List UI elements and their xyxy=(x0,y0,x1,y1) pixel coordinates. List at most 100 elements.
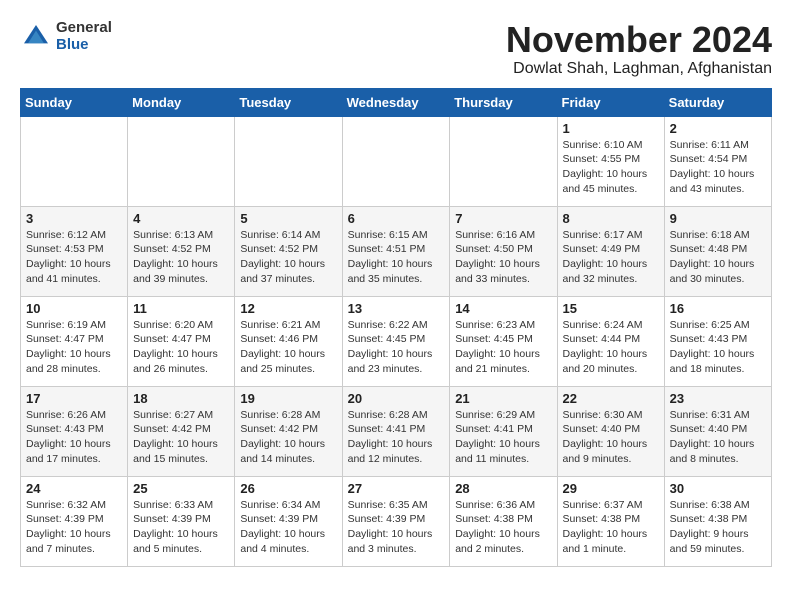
day-info: Sunrise: 6:18 AM Sunset: 4:48 PM Dayligh… xyxy=(670,228,766,287)
calendar-cell: 29 Sunrise: 6:37 AM Sunset: 4:38 PM Dayli… xyxy=(557,476,664,566)
day-number: 22 xyxy=(563,391,659,406)
calendar-cell: 5 Sunrise: 6:14 AM Sunset: 4:52 PM Daylig… xyxy=(235,206,342,296)
day-info: Sunrise: 6:28 AM Sunset: 4:41 PM Dayligh… xyxy=(348,408,445,467)
day-info: Sunrise: 6:34 AM Sunset: 4:39 PM Dayligh… xyxy=(240,498,336,557)
title-block: November 2024 Dowlat Shah, Laghman, Afgh… xyxy=(506,20,772,78)
day-number: 23 xyxy=(670,391,766,406)
day-number: 30 xyxy=(670,481,766,496)
day-number: 5 xyxy=(240,211,336,226)
day-number: 17 xyxy=(26,391,122,406)
day-info: Sunrise: 6:30 AM Sunset: 4:40 PM Dayligh… xyxy=(563,408,659,467)
weekday-header-wednesday: Wednesday xyxy=(342,88,450,116)
weekday-header-sunday: Sunday xyxy=(21,88,128,116)
logo-icon xyxy=(20,21,52,53)
page-header: General Blue November 2024 Dowlat Shah, … xyxy=(20,20,772,78)
weekday-header-thursday: Thursday xyxy=(450,88,557,116)
calendar-cell: 20Sunrise: 6:28 AM Sunset: 4:41 PM Dayli… xyxy=(342,386,450,476)
calendar-cell xyxy=(128,116,235,206)
day-info: Sunrise: 6:24 AM Sunset: 4:44 PM Dayligh… xyxy=(563,318,659,377)
day-info: Sunrise: 6:10 AM Sunset: 4:55 PM Dayligh… xyxy=(563,138,659,197)
day-number: 21 xyxy=(455,391,551,406)
calendar-cell xyxy=(21,116,128,206)
day-info: Sunrise: 6:15 AM Sunset: 4:51 PM Dayligh… xyxy=(348,228,445,287)
day-info: Sunrise: 6:36 AM Sunset: 4:38 PM Dayligh… xyxy=(455,498,551,557)
calendar-cell xyxy=(235,116,342,206)
day-info: Sunrise: 6:25 AM Sunset: 4:43 PM Dayligh… xyxy=(670,318,766,377)
calendar-cell: 12Sunrise: 6:21 AM Sunset: 4:46 PM Dayli… xyxy=(235,296,342,386)
calendar-cell: 15 Sunrise: 6:24 AM Sunset: 4:44 PM Dayli… xyxy=(557,296,664,386)
day-info: Sunrise: 6:27 AM Sunset: 4:42 PM Dayligh… xyxy=(133,408,229,467)
day-number: 19 xyxy=(240,391,336,406)
calendar-cell: 7Sunrise: 6:16 AM Sunset: 4:50 PM Daylig… xyxy=(450,206,557,296)
weekday-header-friday: Friday xyxy=(557,88,664,116)
day-info: Sunrise: 6:12 AM Sunset: 4:53 PM Dayligh… xyxy=(26,228,122,287)
day-info: Sunrise: 6:11 AM Sunset: 4:54 PM Dayligh… xyxy=(670,138,766,197)
calendar-cell: 26 Sunrise: 6:34 AM Sunset: 4:39 PM Dayli… xyxy=(235,476,342,566)
day-info: Sunrise: 6:33 AM Sunset: 4:39 PM Dayligh… xyxy=(133,498,229,557)
day-number: 26 xyxy=(240,481,336,496)
logo-text: General Blue xyxy=(56,20,112,53)
calendar-cell: 9 Sunrise: 6:18 AM Sunset: 4:48 PM Daylig… xyxy=(664,206,771,296)
weekday-header-monday: Monday xyxy=(128,88,235,116)
day-number: 11 xyxy=(133,301,229,316)
day-info: Sunrise: 6:31 AM Sunset: 4:40 PM Dayligh… xyxy=(670,408,766,467)
day-info: Sunrise: 6:26 AM Sunset: 4:43 PM Dayligh… xyxy=(26,408,122,467)
day-number: 18 xyxy=(133,391,229,406)
month-title: November 2024 xyxy=(506,20,772,60)
day-number: 1 xyxy=(563,121,659,136)
calendar-cell: 3 Sunrise: 6:12 AM Sunset: 4:53 PM Daylig… xyxy=(21,206,128,296)
day-number: 14 xyxy=(455,301,551,316)
day-number: 2 xyxy=(670,121,766,136)
day-number: 28 xyxy=(455,481,551,496)
calendar-cell: 13Sunrise: 6:22 AM Sunset: 4:45 PM Dayli… xyxy=(342,296,450,386)
day-number: 29 xyxy=(563,481,659,496)
week-row-1: 1 Sunrise: 6:10 AM Sunset: 4:55 PM Daylig… xyxy=(21,116,772,206)
day-info: Sunrise: 6:28 AM Sunset: 4:42 PM Dayligh… xyxy=(240,408,336,467)
day-info: Sunrise: 6:38 AM Sunset: 4:38 PM Dayligh… xyxy=(670,498,766,557)
week-row-4: 17 Sunrise: 6:26 AM Sunset: 4:43 PM Dayli… xyxy=(21,386,772,476)
calendar-cell: 11Sunrise: 6:20 AM Sunset: 4:47 PM Dayli… xyxy=(128,296,235,386)
day-number: 7 xyxy=(455,211,551,226)
calendar-cell: 8 Sunrise: 6:17 AM Sunset: 4:49 PM Daylig… xyxy=(557,206,664,296)
day-info: Sunrise: 6:13 AM Sunset: 4:52 PM Dayligh… xyxy=(133,228,229,287)
calendar-cell: 18 Sunrise: 6:27 AM Sunset: 4:42 PM Dayli… xyxy=(128,386,235,476)
calendar-cell xyxy=(342,116,450,206)
logo: General Blue xyxy=(20,20,112,53)
day-info: Sunrise: 6:17 AM Sunset: 4:49 PM Dayligh… xyxy=(563,228,659,287)
calendar-cell: 1 Sunrise: 6:10 AM Sunset: 4:55 PM Daylig… xyxy=(557,116,664,206)
day-number: 9 xyxy=(670,211,766,226)
logo-blue: Blue xyxy=(56,37,112,54)
day-info: Sunrise: 6:19 AM Sunset: 4:47 PM Dayligh… xyxy=(26,318,122,377)
calendar-cell: 25 Sunrise: 6:33 AM Sunset: 4:39 PM Dayli… xyxy=(128,476,235,566)
day-info: Sunrise: 6:21 AM Sunset: 4:46 PM Dayligh… xyxy=(240,318,336,377)
day-number: 6 xyxy=(348,211,445,226)
calendar-cell: 27Sunrise: 6:35 AM Sunset: 4:39 PM Dayli… xyxy=(342,476,450,566)
day-info: Sunrise: 6:37 AM Sunset: 4:38 PM Dayligh… xyxy=(563,498,659,557)
calendar-cell: 16Sunrise: 6:25 AM Sunset: 4:43 PM Dayli… xyxy=(664,296,771,386)
day-number: 25 xyxy=(133,481,229,496)
day-info: Sunrise: 6:14 AM Sunset: 4:52 PM Dayligh… xyxy=(240,228,336,287)
day-number: 24 xyxy=(26,481,122,496)
day-number: 3 xyxy=(26,211,122,226)
day-number: 15 xyxy=(563,301,659,316)
week-row-3: 10 Sunrise: 6:19 AM Sunset: 4:47 PM Dayli… xyxy=(21,296,772,386)
week-row-5: 24Sunrise: 6:32 AM Sunset: 4:39 PM Dayli… xyxy=(21,476,772,566)
calendar-cell: 4Sunrise: 6:13 AM Sunset: 4:52 PM Daylig… xyxy=(128,206,235,296)
weekday-header-tuesday: Tuesday xyxy=(235,88,342,116)
week-row-2: 3 Sunrise: 6:12 AM Sunset: 4:53 PM Daylig… xyxy=(21,206,772,296)
calendar-cell: 23 Sunrise: 6:31 AM Sunset: 4:40 PM Dayli… xyxy=(664,386,771,476)
calendar-cell: 14 Sunrise: 6:23 AM Sunset: 4:45 PM Dayli… xyxy=(450,296,557,386)
calendar-cell: 21Sunrise: 6:29 AM Sunset: 4:41 PM Dayli… xyxy=(450,386,557,476)
day-info: Sunrise: 6:22 AM Sunset: 4:45 PM Dayligh… xyxy=(348,318,445,377)
weekday-header-row: SundayMondayTuesdayWednesdayThursdayFrid… xyxy=(21,88,772,116)
calendar-cell xyxy=(450,116,557,206)
calendar-cell: 22 Sunrise: 6:30 AM Sunset: 4:40 PM Dayli… xyxy=(557,386,664,476)
location-title: Dowlat Shah, Laghman, Afghanistan xyxy=(506,60,772,78)
calendar-table: SundayMondayTuesdayWednesdayThursdayFrid… xyxy=(20,88,772,567)
day-number: 10 xyxy=(26,301,122,316)
day-info: Sunrise: 6:23 AM Sunset: 4:45 PM Dayligh… xyxy=(455,318,551,377)
calendar-cell: 2 Sunrise: 6:11 AM Sunset: 4:54 PM Daylig… xyxy=(664,116,771,206)
calendar-cell: 6 Sunrise: 6:15 AM Sunset: 4:51 PM Daylig… xyxy=(342,206,450,296)
weekday-header-saturday: Saturday xyxy=(664,88,771,116)
day-number: 8 xyxy=(563,211,659,226)
